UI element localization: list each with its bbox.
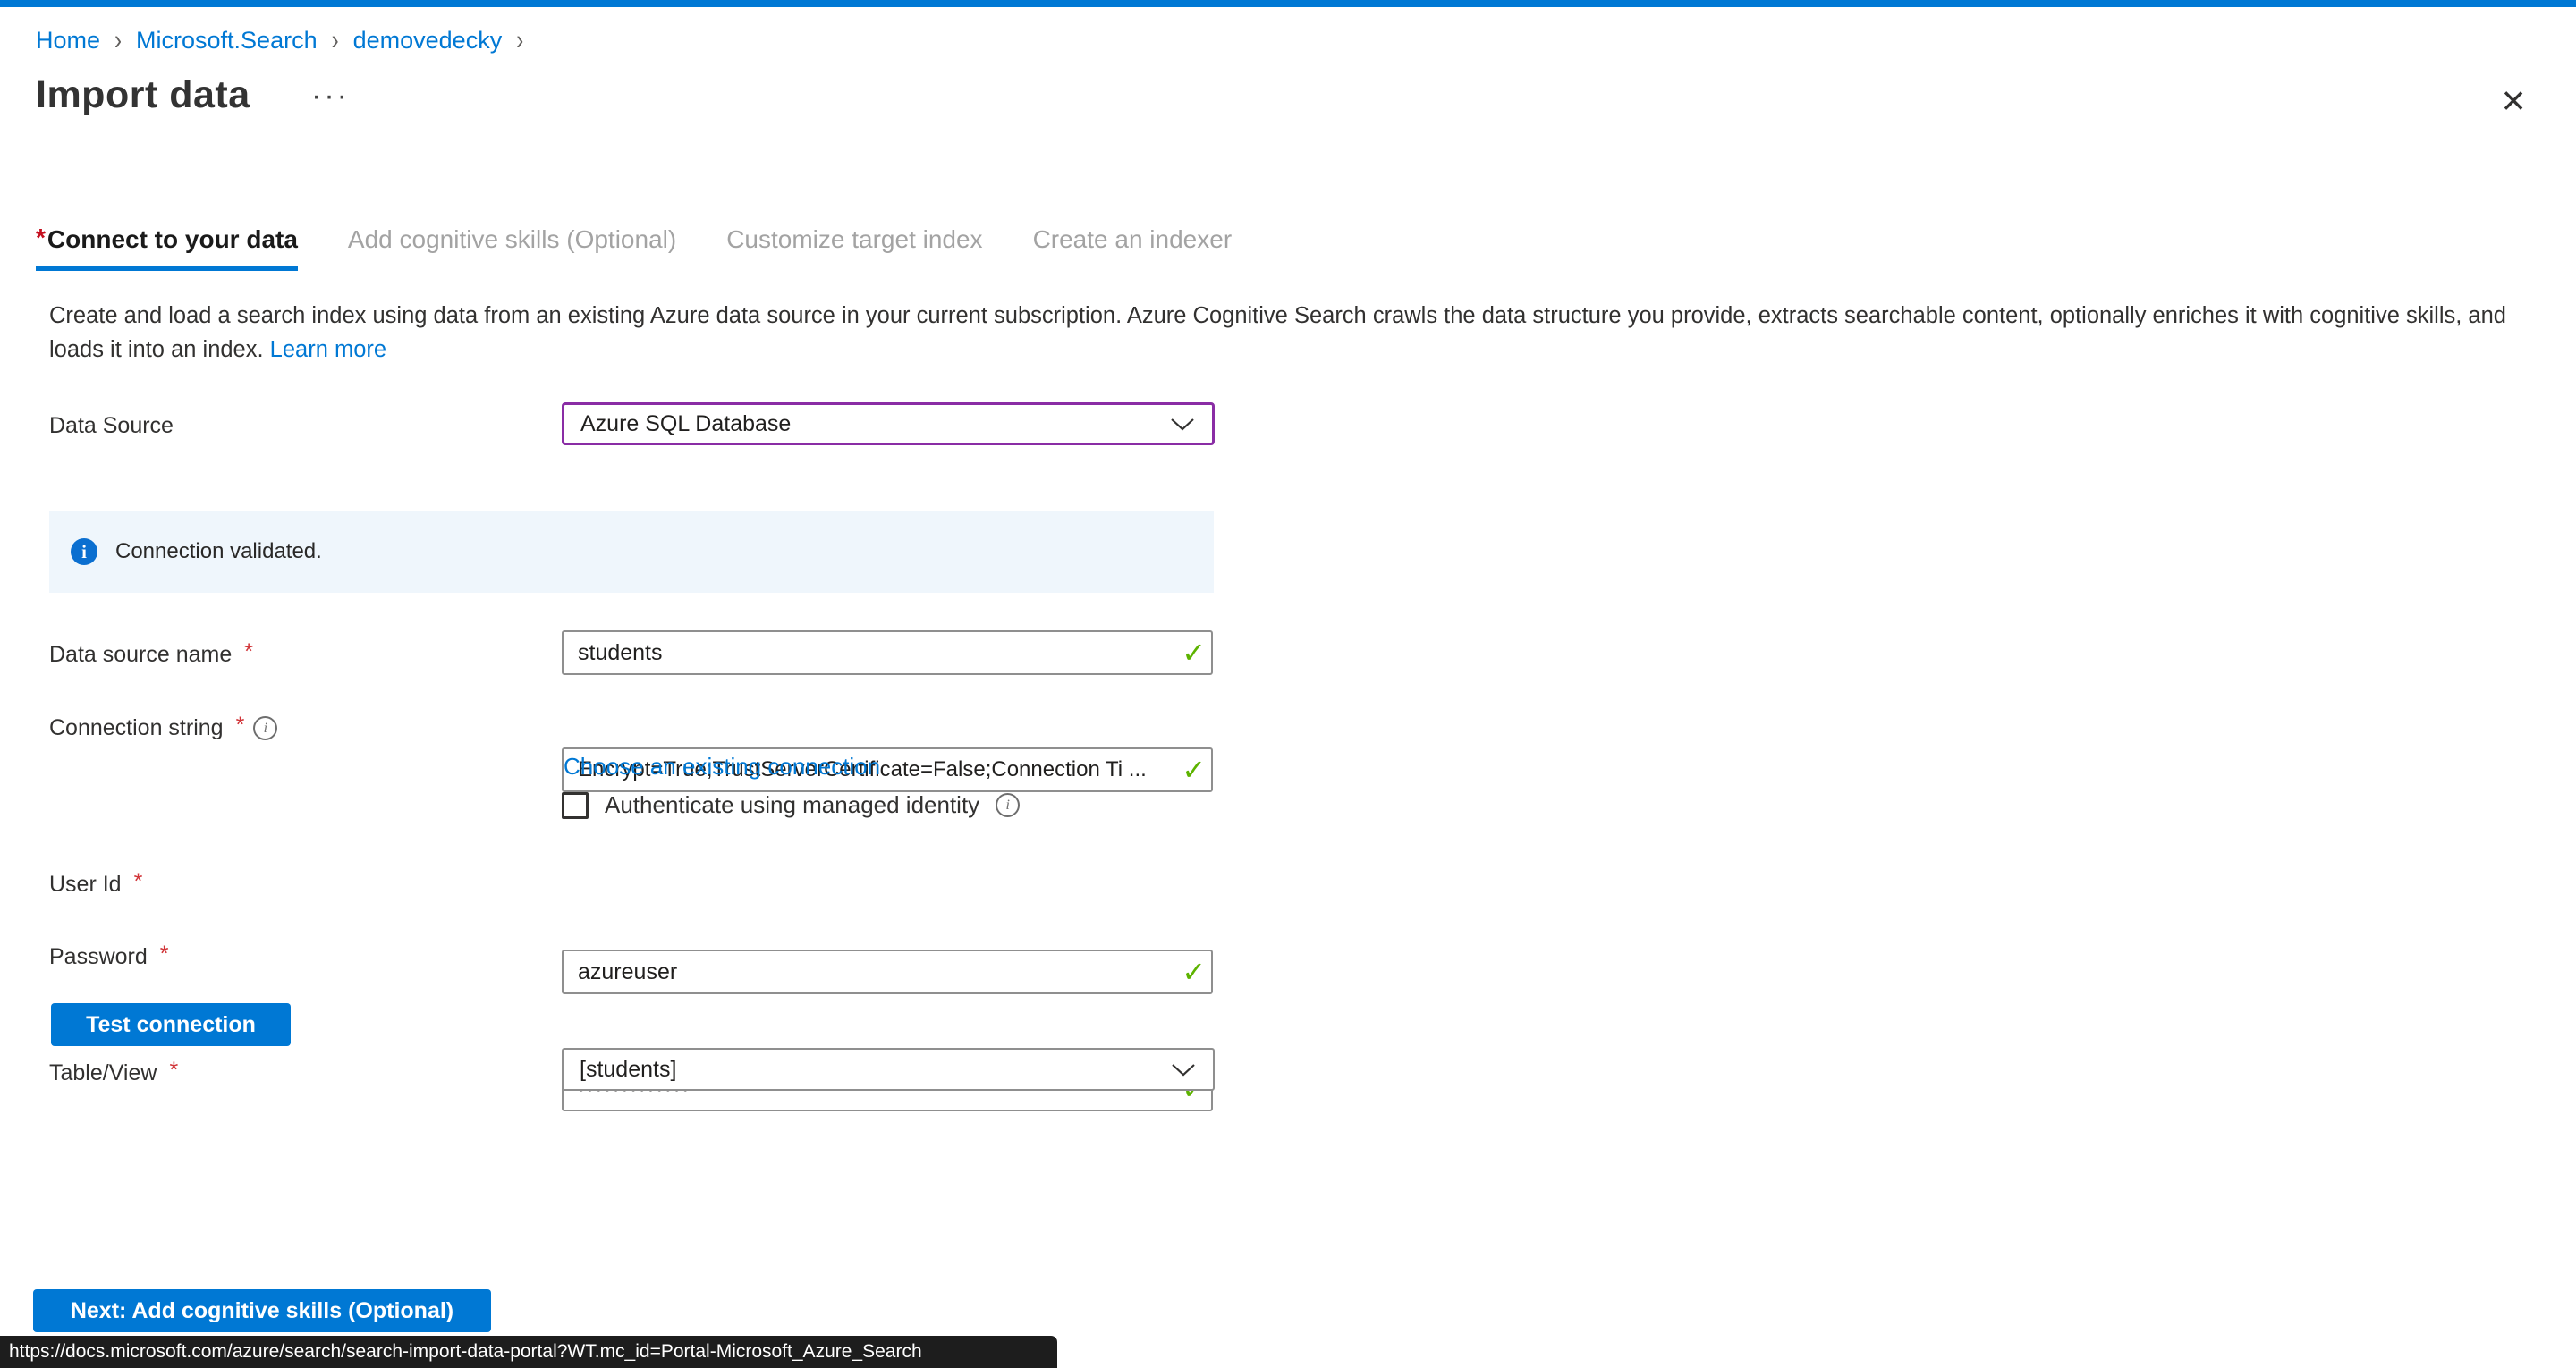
required-asterisk: * (169, 1058, 178, 1084)
required-asterisk: * (36, 224, 46, 251)
data-source-label: Data Source (49, 413, 174, 439)
required-asterisk: * (236, 713, 245, 739)
required-asterisk: * (134, 869, 143, 895)
info-filled-icon: i (71, 538, 97, 565)
link-preview-statusbar: https://docs.microsoft.com/azure/search/… (0, 1336, 1057, 1368)
password-label: Password* (49, 944, 169, 970)
breadcrumb-link-microsoft-search[interactable]: Microsoft.Search (136, 27, 318, 55)
close-icon[interactable]: × (2490, 77, 2537, 123)
tab-customize-target-index[interactable]: Customize target index (726, 225, 982, 271)
banner-message: Connection validated. (115, 539, 322, 564)
status-url: https://docs.microsoft.com/azure/search/… (9, 1341, 922, 1363)
choose-existing-connection-link[interactable]: Choose an existing connection (564, 753, 880, 781)
page-title: Import data (36, 73, 250, 117)
chevron-right-icon: › (514, 24, 525, 56)
data-source-name-input[interactable] (562, 630, 1213, 675)
breadcrumb-link-demovedecky[interactable]: demovedecky (353, 27, 503, 55)
top-accent-bar (0, 0, 2576, 7)
breadcrumb: Home › Microsoft.Search › demovedecky › (36, 27, 525, 55)
learn-more-link[interactable]: Learn more (270, 337, 386, 362)
table-view-dropdown[interactable]: [students] (562, 1048, 1215, 1091)
import-data-page: Home › Microsoft.Search › demovedecky › … (0, 0, 2576, 1368)
tab-bar: *Connect to your data Add cognitive skil… (36, 225, 1232, 271)
next-add-cognitive-skills-button[interactable]: Next: Add cognitive skills (Optional) (33, 1289, 491, 1332)
table-view-value: [students] (580, 1057, 676, 1083)
required-asterisk: * (160, 942, 169, 967)
info-outline-icon[interactable]: i (253, 716, 277, 740)
more-options-icon[interactable]: ··· (311, 79, 350, 114)
chevron-down-icon (1169, 416, 1196, 432)
breadcrumb-link-home[interactable]: Home (36, 27, 100, 55)
table-view-label: Table/View* (49, 1060, 178, 1086)
chevron-right-icon: › (330, 24, 341, 56)
intro-text: Create and load a search index using dat… (49, 299, 2554, 367)
chevron-down-icon (1170, 1061, 1197, 1077)
tab-add-cognitive-skills[interactable]: Add cognitive skills (Optional) (348, 225, 676, 271)
test-connection-button[interactable]: Test connection (51, 1003, 291, 1046)
user-id-label: User Id* (49, 872, 142, 898)
info-outline-icon[interactable]: i (996, 793, 1020, 817)
managed-identity-row: Authenticate using managed identity i (562, 791, 1020, 819)
chevron-right-icon: › (113, 24, 123, 56)
user-id-input[interactable] (562, 950, 1213, 994)
managed-identity-label: Authenticate using managed identity (605, 791, 979, 819)
managed-identity-checkbox[interactable] (562, 792, 589, 819)
data-source-name-label: Data source name* (49, 642, 253, 668)
tab-connect-to-your-data[interactable]: *Connect to your data (36, 225, 298, 271)
required-asterisk: * (244, 639, 253, 665)
connection-string-label: Connection string* i (49, 715, 277, 741)
user-id-field-wrap: ✓ (562, 950, 1215, 994)
data-source-dropdown[interactable]: Azure SQL Database (562, 402, 1215, 445)
tab-create-an-indexer[interactable]: Create an indexer (1033, 225, 1233, 271)
data-source-name-field-wrap: ✓ (562, 630, 1215, 675)
connection-validated-banner: i Connection validated. (49, 511, 1214, 593)
data-source-value: Azure SQL Database (580, 411, 791, 437)
